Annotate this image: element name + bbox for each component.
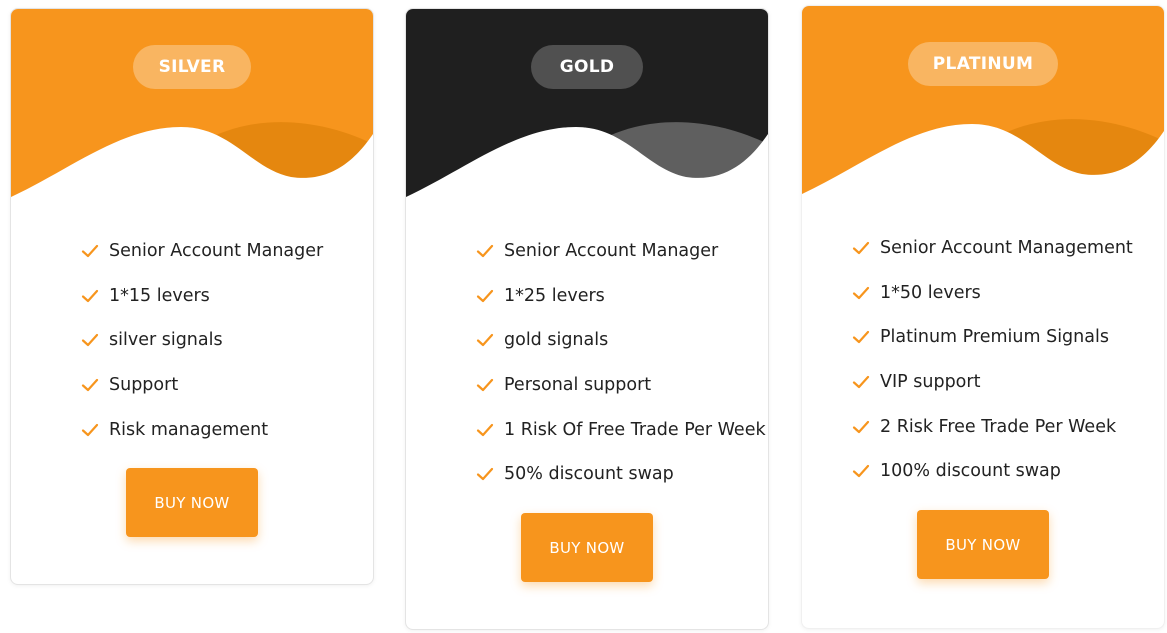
check-icon <box>476 245 494 258</box>
feature-label: 50% discount swap <box>504 464 674 485</box>
check-icon <box>476 468 494 481</box>
card-header: SILVER <box>11 9 373 219</box>
feature-list: Senior Account Manager 1*25 levers gold … <box>476 229 766 497</box>
feature-item: Support <box>81 363 323 408</box>
pricing-card-silver: SILVER Senior Account Manager 1*15 lever… <box>10 8 374 585</box>
feature-item: 1 Risk Of Free Trade Per Week <box>476 407 766 452</box>
feature-item: 1*15 levers <box>81 274 323 319</box>
check-icon <box>852 286 870 299</box>
feature-label: VIP support <box>880 372 981 393</box>
feature-item: 1*25 levers <box>476 274 766 319</box>
feature-item: Senior Account Management <box>852 226 1133 271</box>
check-icon <box>81 289 99 302</box>
feature-label: Support <box>109 375 179 396</box>
wave-header-graphic <box>406 9 768 219</box>
buy-now-button-silver[interactable]: BUY NOW <box>126 468 258 537</box>
feature-item: Risk management <box>81 407 323 452</box>
feature-item: silver signals <box>81 318 323 363</box>
check-icon <box>81 423 99 436</box>
feature-list: Senior Account Management 1*50 levers Pl… <box>852 226 1133 494</box>
feature-item: Senior Account Manager <box>81 229 323 274</box>
feature-label: Senior Account Manager <box>504 241 719 262</box>
plan-name-badge: SILVER <box>133 45 251 89</box>
pricing-page: SILVER Senior Account Manager 1*15 lever… <box>0 0 1167 633</box>
feature-label: Risk management <box>109 419 269 440</box>
feature-item: 100% discount swap <box>852 449 1133 494</box>
feature-item: 2 Risk Free Trade Per Week <box>852 404 1133 449</box>
check-icon <box>852 242 870 255</box>
check-icon <box>852 465 870 478</box>
wave-header-graphic <box>802 6 1164 216</box>
check-icon <box>852 375 870 389</box>
feature-label: Personal support <box>504 375 652 396</box>
feature-label: 2 Risk Free Trade Per Week <box>880 416 1117 437</box>
feature-label: 1*50 levers <box>880 282 981 303</box>
wave-header-graphic <box>11 9 373 219</box>
check-icon <box>476 289 494 302</box>
feature-label: silver signals <box>109 330 223 351</box>
check-icon <box>852 331 870 344</box>
check-icon <box>476 334 494 347</box>
pricing-card-gold: GOLD Senior Account Manager 1*25 levers … <box>405 8 769 630</box>
check-icon <box>476 378 494 392</box>
pricing-card-platinum: PLATINUM Senior Account Management 1*50 … <box>801 5 1165 629</box>
card-header: PLATINUM <box>802 6 1164 216</box>
feature-item: Platinum Premium Signals <box>852 315 1133 360</box>
plan-name-badge: GOLD <box>531 45 643 89</box>
check-icon <box>81 378 99 392</box>
feature-item: 1*50 levers <box>852 271 1133 316</box>
feature-item: gold signals <box>476 318 766 363</box>
feature-label: Senior Account Management <box>880 238 1133 259</box>
feature-label: Senior Account Manager <box>109 241 324 262</box>
check-icon <box>81 245 99 258</box>
check-icon <box>476 423 494 436</box>
feature-label: 1*25 levers <box>504 285 605 306</box>
feature-label: 1 Risk Of Free Trade Per Week <box>504 419 766 440</box>
feature-label: 1*15 levers <box>109 285 210 306</box>
feature-label: 100% discount swap <box>880 461 1061 482</box>
feature-label: Platinum Premium Signals <box>880 327 1109 348</box>
buy-now-button-platinum[interactable]: BUY NOW <box>917 510 1049 579</box>
feature-label: gold signals <box>504 330 609 351</box>
feature-item: 50% discount swap <box>476 452 766 497</box>
feature-list: Senior Account Manager 1*15 levers silve… <box>81 229 323 452</box>
check-icon <box>852 420 870 433</box>
feature-item: Senior Account Manager <box>476 229 766 274</box>
plan-name-badge: PLATINUM <box>908 42 1058 86</box>
feature-item: Personal support <box>476 363 766 408</box>
feature-item: VIP support <box>852 360 1133 405</box>
check-icon <box>81 334 99 347</box>
buy-now-button-gold[interactable]: BUY NOW <box>521 513 653 582</box>
card-header: GOLD <box>406 9 768 219</box>
